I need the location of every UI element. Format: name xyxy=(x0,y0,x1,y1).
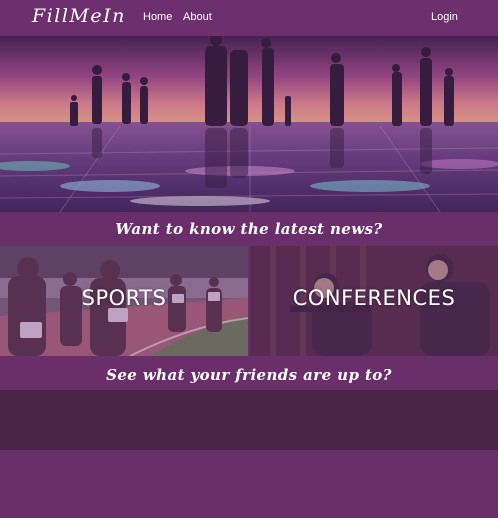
friends-feed-area xyxy=(0,390,498,450)
nav-login-link[interactable]: Login xyxy=(431,11,458,23)
conferences-tile[interactable]: CONFERENCES xyxy=(250,246,498,356)
brand-logo[interactable]: FillMeIn xyxy=(32,5,126,27)
hero-illustration xyxy=(0,36,498,212)
conferences-label: CONFERENCES xyxy=(292,286,456,310)
navbar: FillMeIn Home About Login xyxy=(0,0,498,36)
sports-tile[interactable]: SPORTS xyxy=(0,246,248,356)
nav-about-link[interactable]: About xyxy=(183,11,212,23)
news-heading: Want to know the latest news? xyxy=(115,220,383,238)
sports-label: SPORTS xyxy=(81,286,167,310)
nav-home-link[interactable]: Home xyxy=(143,11,172,23)
friends-heading: See what your friends are up to? xyxy=(106,366,392,384)
hero-image xyxy=(0,36,498,212)
